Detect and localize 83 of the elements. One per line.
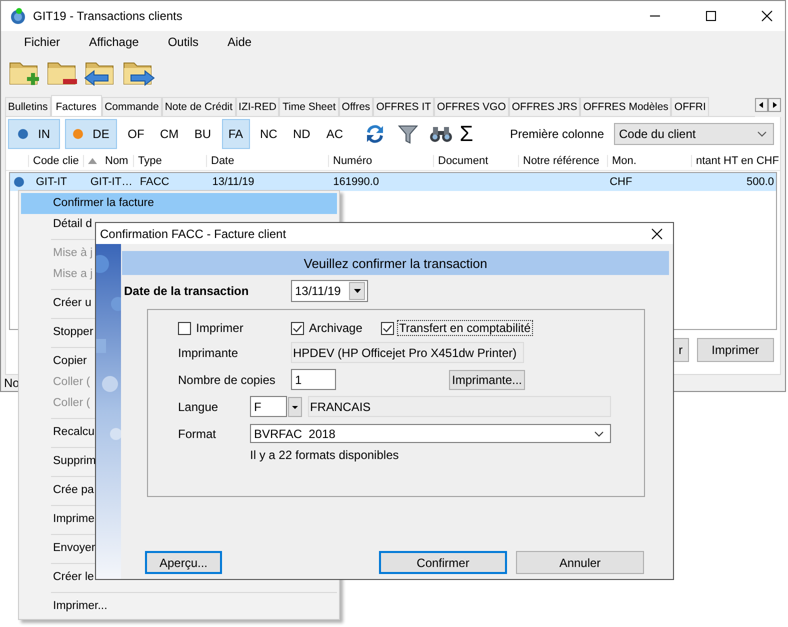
menu-item[interactable]: Confirmer la facture bbox=[21, 193, 337, 214]
menu-item[interactable]: Imprimer... bbox=[21, 596, 337, 617]
filter-toggle[interactable]: BU bbox=[188, 119, 217, 149]
menu-item[interactable]: Affichage bbox=[89, 35, 139, 49]
filter-toggle[interactable]: ND bbox=[288, 119, 316, 149]
tab[interactable]: OFFRES Modèles bbox=[580, 97, 672, 116]
scroll-right-icon[interactable] bbox=[768, 98, 781, 112]
menu-item[interactable]: Fichier bbox=[24, 35, 60, 49]
sort-arrow-icon bbox=[88, 158, 97, 164]
filter-toggle[interactable]: NC bbox=[254, 119, 283, 149]
cancel-button[interactable]: Annuler bbox=[516, 551, 644, 574]
tab[interactable]: Bulletins bbox=[5, 97, 51, 116]
checkbox-label[interactable]: Archivage bbox=[307, 320, 364, 336]
column-header[interactable]: Type bbox=[133, 155, 206, 167]
date-field[interactable]: 13/11/19 bbox=[291, 280, 368, 302]
sum-button[interactable]: Σ bbox=[460, 122, 474, 146]
globe-icon bbox=[9, 7, 27, 25]
checkbox[interactable] bbox=[291, 322, 304, 334]
checkbox[interactable] bbox=[178, 322, 191, 334]
preview-button[interactable]: Aperçu... bbox=[145, 551, 222, 574]
table-cell: 161990.0 bbox=[333, 176, 380, 188]
checkbox-label[interactable]: Imprimer bbox=[194, 320, 246, 336]
printer-label: Imprimante bbox=[178, 346, 240, 360]
tab[interactable]: Note de Crédit bbox=[162, 97, 236, 116]
filter-toggle[interactable]: IN bbox=[8, 119, 60, 149]
checkbox[interactable] bbox=[381, 322, 394, 334]
first-column-dropdown[interactable]: Code du client bbox=[614, 123, 774, 145]
first-column-label: Première colonne bbox=[510, 127, 604, 141]
tab[interactable]: OFFRES JRS bbox=[508, 97, 580, 116]
date-label: Date de la transaction bbox=[124, 284, 250, 298]
chevron-down-icon[interactable] bbox=[757, 131, 767, 137]
window-title: GIT19 - Transactions clients bbox=[33, 9, 182, 23]
dialog-header: Veuillez confirmer la transaction bbox=[122, 251, 669, 275]
filter-toggle[interactable]: FA bbox=[222, 119, 250, 149]
printer-field: HPDEV (HP Officejet Pro X451dw Printer) bbox=[291, 342, 524, 363]
language-name-field: FRANCAIS bbox=[308, 396, 611, 417]
tab[interactable]: Commande bbox=[102, 97, 162, 116]
filter-toggle[interactable]: OF bbox=[122, 119, 150, 149]
column-header[interactable]: ntant HT en CHF bbox=[691, 155, 779, 167]
scroll-left-icon[interactable] bbox=[755, 98, 768, 112]
tab[interactable]: Time Sheet bbox=[279, 97, 339, 116]
table-cell: 13/11/19 bbox=[212, 176, 254, 188]
print-button[interactable]: Imprimer bbox=[696, 338, 774, 362]
language-label: Langue bbox=[178, 400, 220, 414]
column-header[interactable]: Code clie bbox=[28, 155, 83, 167]
table-cell: CHF bbox=[610, 176, 632, 188]
tab[interactable]: OFFRES IT bbox=[373, 97, 434, 116]
chevron-down-icon[interactable] bbox=[594, 430, 604, 436]
tab[interactable]: Factures bbox=[50, 95, 102, 116]
table-cell: GIT-IT bbox=[36, 176, 67, 188]
format-label: Format bbox=[178, 426, 218, 440]
table-cell: GIT-IT… bbox=[90, 176, 133, 188]
maximize-icon[interactable] bbox=[705, 10, 717, 22]
column-header[interactable]: Document bbox=[433, 155, 518, 167]
tab[interactable]: OFFRI bbox=[671, 97, 709, 116]
language-code-field[interactable]: F bbox=[250, 396, 287, 417]
column-header[interactable]: Nom bbox=[83, 155, 133, 167]
menu-item[interactable]: Outils bbox=[168, 35, 199, 49]
table-cell: FACC bbox=[140, 176, 170, 188]
column-header[interactable]: Numéro bbox=[328, 155, 433, 167]
confirm-button[interactable]: Confirmer bbox=[379, 551, 507, 574]
filter-toggle[interactable]: AC bbox=[320, 119, 349, 149]
close-icon[interactable] bbox=[651, 228, 663, 240]
checkbox-label[interactable]: Transfert en comptabilité bbox=[397, 320, 533, 336]
filter-toggle[interactable]: CM bbox=[155, 119, 184, 149]
tab[interactable]: Offres bbox=[338, 97, 374, 116]
copies-field[interactable]: 1 bbox=[291, 369, 336, 390]
column-header[interactable]: Mon. bbox=[607, 155, 691, 167]
column-header[interactable]: Date bbox=[206, 155, 328, 167]
dropdown-icon[interactable] bbox=[288, 396, 302, 416]
menu-item[interactable]: Aide bbox=[228, 35, 252, 49]
copies-label: Nombre de copies bbox=[178, 372, 276, 386]
close-icon[interactable] bbox=[761, 10, 773, 22]
dropdown-arrow-icon[interactable] bbox=[354, 289, 360, 293]
format-dropdown[interactable]: BVRFAC 2018 bbox=[250, 424, 611, 443]
tab[interactable]: OFFRES VGO bbox=[434, 97, 509, 116]
column-header[interactable]: Notre référence bbox=[518, 155, 607, 167]
tab[interactable]: IZI-RED bbox=[236, 97, 280, 116]
printer-button[interactable]: Imprimante... bbox=[449, 370, 526, 390]
format-hint: Il y a 22 formats disponibles bbox=[250, 448, 400, 462]
table-cell: 500.0 bbox=[746, 176, 774, 188]
filter-toggle[interactable]: DE bbox=[65, 119, 117, 149]
dialog-title: Confirmation FACC - Facture client bbox=[100, 226, 286, 240]
